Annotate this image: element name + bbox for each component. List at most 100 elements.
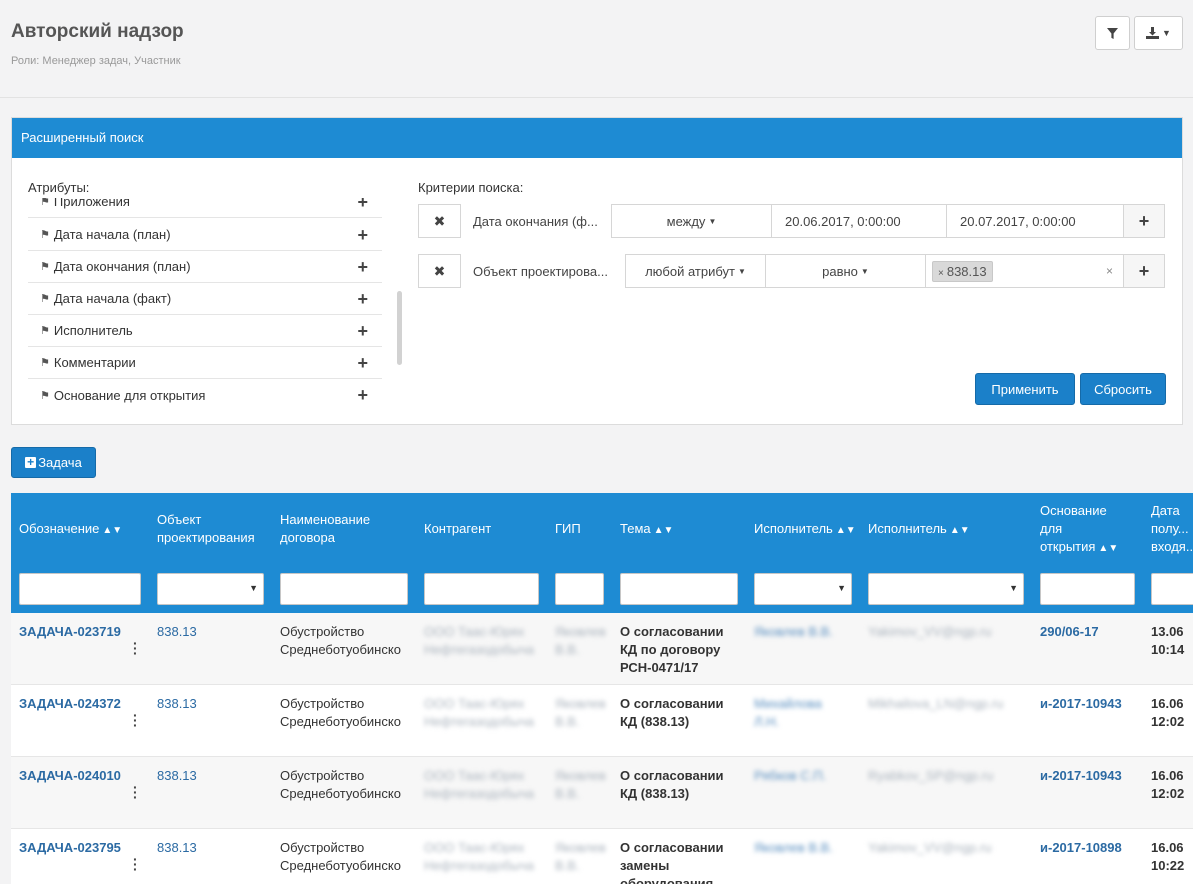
- plus-icon[interactable]: +: [357, 354, 368, 372]
- executor-link[interactable]: Яковлев В.В.: [754, 839, 850, 857]
- task-id-link[interactable]: ЗАДАЧА-024372: [19, 695, 121, 713]
- basis-link[interactable]: и-2017-10943: [1040, 767, 1122, 785]
- column-header-object: Объект проектирования: [157, 512, 255, 545]
- plus-icon: +: [1138, 260, 1150, 281]
- date-cell: 16.06 12:02: [1151, 696, 1185, 729]
- object-link[interactable]: 838.13: [157, 839, 197, 857]
- attribute-item[interactable]: ⚑ Комментарии +: [28, 347, 382, 379]
- attribute-item[interactable]: ⚑ Основание для открытия +: [28, 379, 382, 404]
- sort-icon[interactable]: ▲▼: [654, 525, 674, 536]
- column-header-executor-2[interactable]: Исполнитель ▲▼: [868, 520, 970, 540]
- gip-cell: Яковлев В.В.: [555, 696, 606, 729]
- page-header: Авторский надзор Роли: Менеджер задач, У…: [0, 0, 1193, 98]
- caret-down-icon: ▼: [837, 583, 846, 593]
- apply-button[interactable]: Применить: [975, 373, 1075, 405]
- operator-select[interactable]: равно ▼: [765, 254, 926, 288]
- clear-icon[interactable]: ×: [1106, 264, 1113, 278]
- executor-link[interactable]: Михайлова Л.Н.: [754, 695, 850, 731]
- column-header-designation[interactable]: Обозначение ▲▼: [19, 520, 122, 540]
- caret-down-icon: ▼: [708, 216, 717, 226]
- more-vertical-icon[interactable]: · · ·: [133, 852, 138, 876]
- filter-object-select[interactable]: ▼: [157, 573, 264, 605]
- attribute-select[interactable]: любой атрибут ▼: [625, 254, 766, 288]
- executor-email-cell: Ryabkov_SP@ngp.ru: [868, 768, 994, 783]
- gip-cell: Яковлев В.В.: [555, 624, 606, 657]
- reset-button[interactable]: Сбросить: [1080, 373, 1166, 405]
- filter-executor-select[interactable]: ▼: [754, 573, 852, 605]
- executor-link[interactable]: Яковлев В.В.: [754, 623, 850, 641]
- contract-cell: Обустройство Среднеботуобинско: [280, 696, 401, 729]
- panel-title: Расширенный поиск: [12, 118, 1182, 158]
- advanced-search-panel: Расширенный поиск Атрибуты: ⚑ Приложения…: [11, 117, 1183, 425]
- plus-icon[interactable]: +: [357, 226, 368, 244]
- more-vertical-icon[interactable]: · · ·: [133, 636, 138, 660]
- table-row[interactable]: ЗАДАЧА-024010 · · · 838.13 Обустройство Ср…: [11, 757, 1193, 829]
- filter-button[interactable]: [1095, 16, 1130, 50]
- sort-icon[interactable]: ▲▼: [836, 525, 856, 536]
- executor-link[interactable]: Рябков С.П.: [754, 767, 850, 785]
- filter-contract-input[interactable]: [280, 573, 408, 605]
- filter-contractor-input[interactable]: [424, 573, 539, 605]
- add-criterion-button[interactable]: +: [1123, 254, 1165, 288]
- contractor-cell: ООО Таас-Юрях Нефтегазодобыча: [424, 624, 534, 657]
- filter-basis-input[interactable]: [1040, 573, 1135, 605]
- add-task-button[interactable]: + Задача: [11, 447, 96, 478]
- attributes-scrollbar[interactable]: [397, 291, 402, 365]
- tasks-table: Обозначение ▲▼ Объект проектирования Наим…: [11, 493, 1193, 884]
- remove-criterion-button[interactable]: ✖: [418, 254, 461, 288]
- filter-date-input[interactable]: [1151, 573, 1193, 605]
- operator-select[interactable]: между ▼: [611, 204, 772, 238]
- plus-icon[interactable]: +: [357, 322, 368, 340]
- column-header-date: Дата полу... входя...: [1151, 503, 1193, 554]
- filter-topic-input[interactable]: [620, 573, 738, 605]
- date-to-input[interactable]: 20.07.2017, 0:00:00: [946, 204, 1124, 238]
- tag-icon: ⚑: [40, 389, 50, 402]
- attribute-item[interactable]: ⚑ Дата начала (факт) +: [28, 283, 382, 315]
- plus-icon: +: [1138, 210, 1150, 231]
- plus-icon[interactable]: +: [357, 386, 368, 404]
- date-cell: 16.06 12:02: [1151, 768, 1185, 801]
- basis-link[interactable]: и-2017-10898: [1040, 839, 1122, 857]
- plus-icon[interactable]: +: [357, 258, 368, 276]
- date-from-input[interactable]: 20.06.2017, 0:00:00: [771, 204, 947, 238]
- filter-executor-2-select[interactable]: ▼: [868, 573, 1024, 605]
- sort-icon[interactable]: ▲▼: [102, 525, 122, 536]
- caret-down-icon: ▼: [1009, 583, 1018, 593]
- caret-down-icon: ▼: [860, 266, 869, 276]
- object-link[interactable]: 838.13: [157, 695, 197, 713]
- task-id-link[interactable]: ЗАДАЧА-024010: [19, 767, 121, 785]
- task-id-link[interactable]: ЗАДАЧА-023719: [19, 623, 121, 641]
- attribute-item[interactable]: ⚑ Дата начала (план) +: [28, 219, 382, 251]
- object-link[interactable]: 838.13: [157, 767, 197, 785]
- sort-icon[interactable]: ▲▼: [950, 525, 970, 536]
- executor-email-cell: Yakimov_VV@ngp.ru: [868, 840, 992, 855]
- tag-icon: ⚑: [40, 293, 50, 305]
- basis-link[interactable]: и-2017-10943: [1040, 695, 1122, 713]
- more-vertical-icon[interactable]: · · ·: [133, 708, 138, 732]
- task-id-link[interactable]: ЗАДАЧА-023795: [19, 839, 121, 857]
- filter-designation-input[interactable]: [19, 573, 141, 605]
- basis-link[interactable]: 290/06-17: [1040, 623, 1099, 641]
- plus-icon[interactable]: +: [357, 198, 368, 211]
- sort-icon[interactable]: ▲▼: [1098, 543, 1118, 554]
- remove-criterion-button[interactable]: ✖: [418, 204, 461, 238]
- column-header-topic[interactable]: Тема ▲▼: [620, 520, 673, 540]
- object-link[interactable]: 838.13: [157, 623, 197, 641]
- attribute-item[interactable]: ⚑ Приложения +: [28, 198, 382, 218]
- attribute-item[interactable]: ⚑ Исполнитель +: [28, 315, 382, 347]
- filter-gip-input[interactable]: [555, 573, 604, 605]
- chevron-down-icon: ▼: [1162, 28, 1171, 38]
- column-header-executor[interactable]: Исполнитель ▲▼: [754, 520, 856, 540]
- value-chip[interactable]: × 838.13: [932, 260, 993, 282]
- more-vertical-icon[interactable]: · · ·: [133, 780, 138, 804]
- export-button[interactable]: ▼: [1134, 16, 1183, 50]
- plus-icon[interactable]: +: [357, 290, 368, 308]
- column-header-basis[interactable]: Основание для открытия ▲▼: [1040, 502, 1122, 558]
- value-multiselect[interactable]: × 838.13 ×: [925, 254, 1124, 288]
- add-criterion-button[interactable]: +: [1123, 204, 1165, 238]
- table-row[interactable]: ЗАДАЧА-023795 · · · 838.13 Обустройство Ср…: [11, 829, 1193, 884]
- attribute-item[interactable]: ⚑ Дата окончания (план) +: [28, 251, 382, 283]
- table-row[interactable]: ЗАДАЧА-024372 · · · 838.13 Обустройство Ср…: [11, 685, 1193, 757]
- close-icon[interactable]: ×: [938, 268, 944, 279]
- table-row[interactable]: ЗАДАЧА-023719 · · · 838.13 Обустройство Ср…: [11, 613, 1193, 685]
